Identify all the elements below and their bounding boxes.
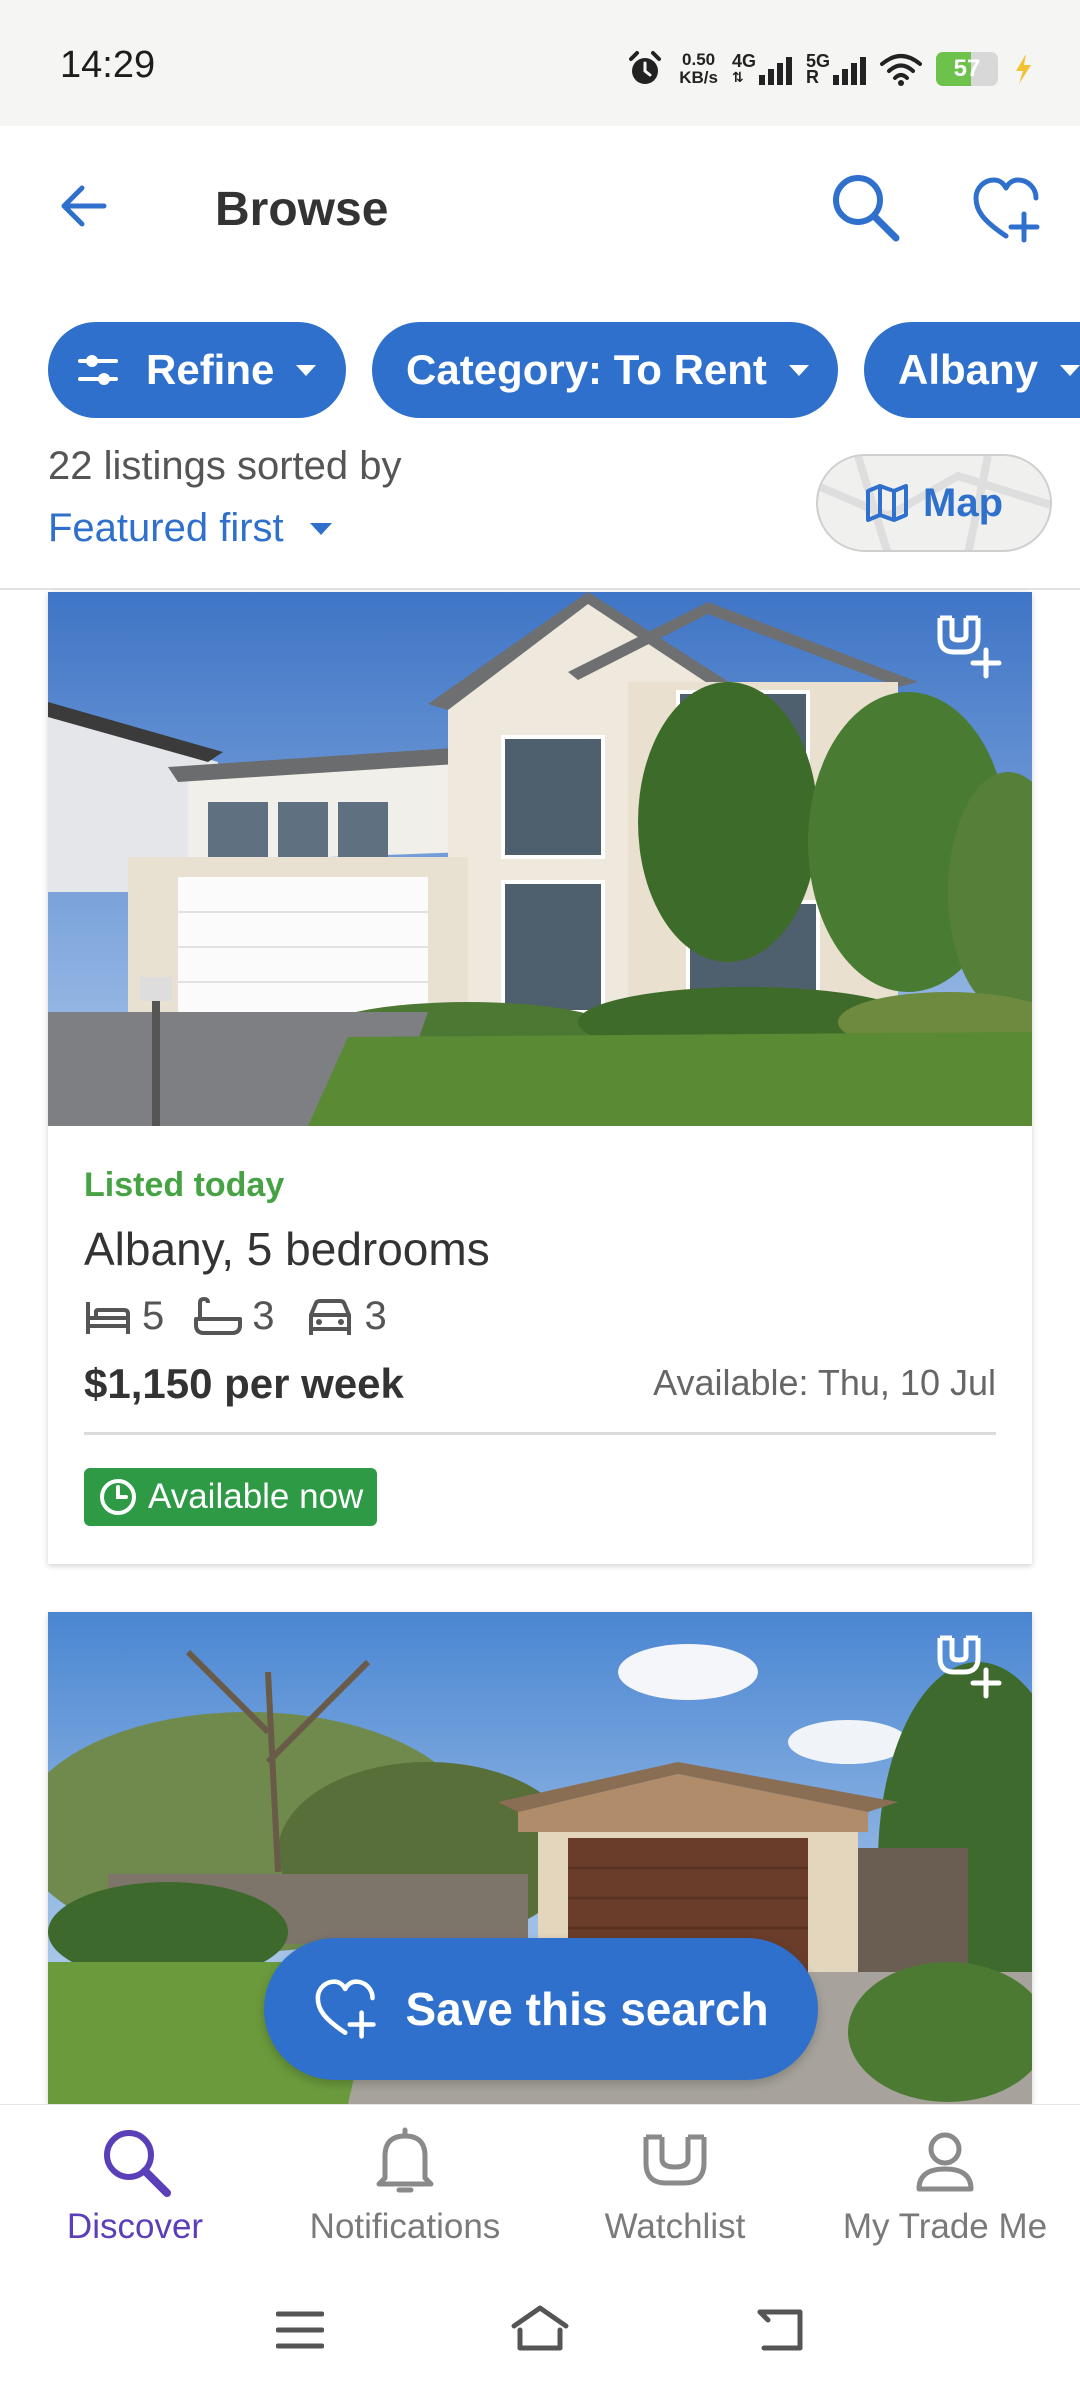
nav-discover[interactable]: Discover <box>0 2105 270 2265</box>
status-badge-label: Available now <box>148 1477 364 1516</box>
signal-bars-icon <box>758 57 792 85</box>
bathrooms: 3 <box>194 1294 275 1339</box>
signal-arrows-icon: ⇅ <box>731 69 744 85</box>
wifi-icon <box>880 54 922 86</box>
watchlist-icon <box>643 2134 707 2186</box>
heart-plus-icon[interactable] <box>972 176 1044 244</box>
map-button[interactable]: Map <box>816 454 1052 552</box>
car-icon <box>308 1298 351 1335</box>
network-label-1: 4G <box>731 51 756 71</box>
battery-icon: 57 <box>936 52 998 86</box>
sort-dropdown[interactable]: Featured first <box>48 506 332 551</box>
signal-4g: 4G ⇅ <box>731 51 792 85</box>
add-to-watchlist-icon[interactable] <box>934 1630 1006 1700</box>
back-arrow-icon[interactable] <box>56 178 112 234</box>
system-navigation-bar <box>0 2264 1080 2400</box>
roaming-label: R <box>805 67 819 87</box>
nav-my-trade-me-label: My Trade Me <box>842 2207 1048 2246</box>
add-to-watchlist-icon[interactable] <box>934 610 1006 680</box>
status-icons: 0.50 KB/s 4G ⇅ 5G R 57 <box>625 46 1034 92</box>
battery-level: 57 <box>953 55 981 82</box>
chevron-down-icon <box>1060 364 1080 376</box>
location-chip[interactable]: Albany <box>864 322 1080 418</box>
bedrooms-count: 5 <box>142 1294 165 1338</box>
page-title: Browse <box>215 183 389 236</box>
location-chip-label: Albany <box>898 346 1039 393</box>
bathrooms-count: 3 <box>252 1294 275 1338</box>
net-speed-value: 0.50 <box>682 50 716 69</box>
clock-icon <box>100 1479 136 1515</box>
menu-icon[interactable] <box>276 2310 324 2350</box>
category-chip[interactable]: Category: To Rent <box>372 322 838 418</box>
bedrooms: 5 <box>84 1294 164 1339</box>
listing-status: Listed today <box>84 1166 285 1204</box>
app-header: Browse <box>0 126 1080 296</box>
save-search-label: Save this search <box>405 1983 769 2035</box>
signal-5g: 5G R <box>805 52 866 87</box>
status-badge: Available now <box>84 1468 378 1526</box>
listing-price: $1,150 per week <box>84 1360 404 1407</box>
sliders-icon <box>78 355 118 385</box>
sort-value: Featured first <box>48 506 284 550</box>
back-icon[interactable] <box>756 2308 804 2352</box>
house-photo-image <box>48 592 1032 1126</box>
nav-notifications[interactable]: Notifications <box>270 2105 540 2265</box>
charging-icon <box>1016 54 1031 84</box>
category-chip-label: Category: To Rent <box>406 346 767 393</box>
parking: 3 <box>305 1294 387 1339</box>
net-speed: 0.50 KB/s <box>679 51 718 87</box>
bottom-navigation: Discover Notifications Watchlist My Trad… <box>0 2104 1080 2264</box>
nav-watchlist-label: Watchlist <box>604 2207 746 2246</box>
search-icon[interactable] <box>828 170 902 244</box>
net-speed-unit: KB/s <box>679 68 718 87</box>
nav-discover-label: Discover <box>66 2207 204 2246</box>
bed-icon <box>86 1301 130 1334</box>
refine-chip-label: Refine <box>146 346 275 393</box>
save-search-button[interactable]: Save this search <box>264 1938 818 2080</box>
listing-features: 5 3 3 <box>84 1294 387 1339</box>
heart-plus-icon <box>315 1979 377 2039</box>
nav-notifications-label: Notifications <box>309 2207 501 2246</box>
bell-icon <box>376 2127 434 2193</box>
listing-count: 22 listings sorted by <box>48 444 402 488</box>
card-divider <box>84 1432 996 1435</box>
listing-card[interactable]: Listed today Albany, 5 bedrooms 5 3 3 $1… <box>48 592 1032 1564</box>
home-icon[interactable] <box>510 2304 570 2352</box>
refine-chip[interactable]: Refine <box>48 322 346 418</box>
chevron-down-icon <box>296 364 317 376</box>
map-icon <box>866 484 908 522</box>
bath-icon <box>194 1296 243 1335</box>
header-divider <box>0 588 1080 590</box>
listing-photo[interactable] <box>48 592 1032 1126</box>
status-time: 14:29 <box>60 44 156 86</box>
listing-title[interactable]: Albany, 5 bedrooms <box>84 1222 490 1276</box>
signal-bars-icon <box>833 57 866 85</box>
nav-watchlist[interactable]: Watchlist <box>540 2105 810 2265</box>
listing-available-date: Available: Thu, 10 Jul <box>653 1362 996 1403</box>
search-icon <box>104 2130 171 2197</box>
parking-count: 3 <box>364 1294 387 1338</box>
status-bar: 14:29 0.50 KB/s 4G ⇅ 5G R 57 <box>0 0 1080 126</box>
chevron-down-icon <box>309 522 332 535</box>
chevron-down-icon <box>788 364 809 376</box>
map-button-label: Map <box>923 480 1003 525</box>
nav-my-trade-me[interactable]: My Trade Me <box>810 2105 1080 2265</box>
person-icon <box>916 2132 974 2192</box>
alarm-icon <box>629 51 662 84</box>
